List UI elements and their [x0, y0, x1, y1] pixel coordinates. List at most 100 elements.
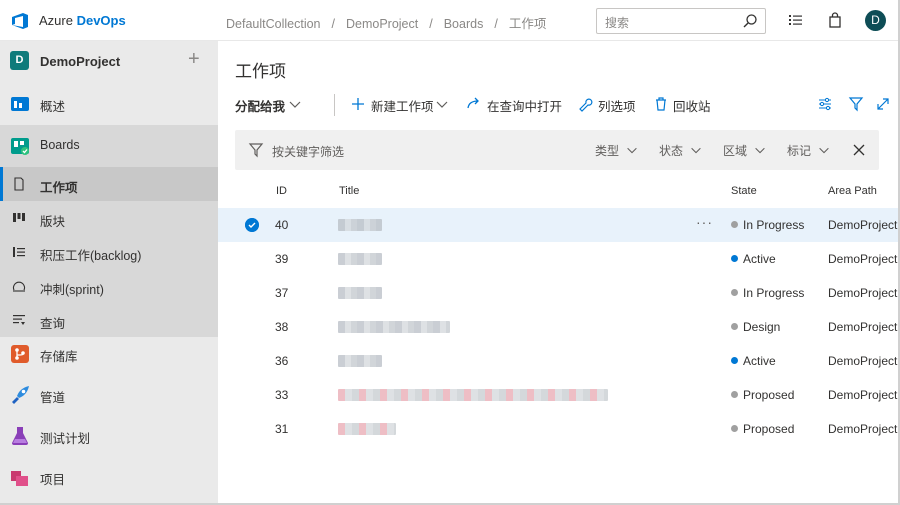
sidebar-subitem-backlog[interactable]: 积压工作(backlog) — [0, 235, 218, 269]
table-row[interactable]: 31 Proposed DemoProject — [218, 412, 898, 446]
add-icon[interactable] — [350, 96, 366, 112]
work-item-title-redacted[interactable] — [338, 389, 608, 401]
work-item-state: In Progress — [731, 286, 804, 300]
work-item-area-path: DemoProject — [828, 286, 898, 300]
search-input[interactable]: 搜索 — [596, 8, 766, 34]
sidebar-item-label: 测试计划 — [40, 432, 91, 446]
add-icon[interactable]: + — [188, 49, 200, 69]
column-header-title[interactable]: Title — [339, 185, 359, 197]
fullscreen-icon[interactable] — [875, 96, 891, 112]
area-filter-label: 区域 — [723, 144, 748, 158]
project-name[interactable]: DemoProject — [40, 54, 120, 69]
chevron-down-icon[interactable] — [753, 143, 767, 157]
chevron-down-icon[interactable] — [817, 143, 831, 157]
search-icon[interactable] — [741, 12, 759, 30]
column-header-id[interactable]: ID — [276, 185, 287, 197]
more-actions-icon[interactable]: ··· — [696, 214, 713, 230]
state-filter-dropdown[interactable]: 状态 — [659, 142, 683, 159]
breadcrumb-work-items[interactable]: 工作项 — [509, 17, 547, 31]
backlog-icon — [13, 247, 25, 257]
column-header-state[interactable]: State — [731, 185, 757, 197]
state-filter-label: 状态 — [659, 144, 684, 158]
filter-icon[interactable] — [848, 96, 864, 112]
work-item-title-redacted[interactable] — [338, 321, 450, 333]
overview-icon — [11, 97, 29, 111]
sidebar-item-label: 管道 — [40, 391, 66, 405]
state-label: In Progress — [743, 218, 805, 232]
table-header: ID Title State Area Path — [218, 181, 898, 207]
breadcrumb-project[interactable]: DemoProject — [346, 17, 418, 31]
sidebar-subitem-sprint[interactable]: 冲刺(sprint) — [0, 269, 218, 303]
pipelines-icon — [12, 386, 29, 404]
sidebar-item-repos[interactable]: 存储库 — [0, 333, 218, 375]
search-placeholder: 搜索 — [605, 16, 630, 30]
tags-filter-dropdown[interactable]: 标记 — [787, 142, 811, 159]
sidebar-subitem-queries[interactable]: 查询 — [0, 303, 218, 337]
assigned-to-me-label: 分配给我 — [235, 100, 286, 114]
filter-bar[interactable]: 按关键字筛选 类型 状态 区域 标记 — [235, 130, 879, 170]
sidebar-subitem-board[interactable]: 版块 — [0, 201, 218, 235]
boards-icon — [11, 138, 29, 155]
work-item-state: Proposed — [731, 388, 794, 402]
work-item-title-redacted[interactable] — [338, 253, 382, 265]
assigned-to-me-button[interactable]: 分配给我 — [235, 96, 285, 115]
sidebar-item-test-plans[interactable]: 测试计划 — [0, 415, 218, 457]
sidebar-subitem-work-items[interactable]: 工作项 — [0, 167, 218, 201]
work-item-state: In Progress — [731, 218, 804, 232]
view-options-icon[interactable] — [817, 96, 833, 112]
list-settings-icon[interactable] — [786, 11, 804, 29]
brand-title[interactable]: Azure DevOps — [39, 13, 126, 28]
sidebar-item-artifacts[interactable]: 项目 — [0, 456, 218, 498]
table-row[interactable]: 39 Active DemoProject — [218, 242, 898, 276]
queries-icon — [13, 315, 25, 325]
sidebar-item-pipelines[interactable]: 管道 — [0, 374, 218, 416]
state-label: Active — [743, 252, 776, 266]
column-options-button[interactable]: 列选项 — [598, 96, 636, 115]
close-icon[interactable] — [852, 143, 866, 157]
state-dot — [731, 323, 738, 330]
selected-check-icon[interactable] — [245, 218, 259, 232]
state-dot — [731, 425, 738, 432]
work-item-title-redacted[interactable] — [338, 355, 382, 367]
tags-filter-label: 标记 — [787, 144, 812, 158]
table-row[interactable]: 33 Proposed DemoProject — [218, 378, 898, 412]
type-filter-dropdown[interactable]: 类型 — [595, 142, 619, 159]
project-badge: D — [10, 51, 29, 70]
chevron-down-icon[interactable] — [287, 96, 303, 112]
table-row[interactable]: 38 Design DemoProject — [218, 310, 898, 344]
work-item-area-path: DemoProject — [828, 320, 898, 334]
open-in-query-button[interactable]: 在查询中打开 — [487, 96, 562, 115]
sidebar-item-overview[interactable]: 概述 — [0, 83, 218, 125]
column-header-area-path[interactable]: Area Path — [828, 185, 877, 197]
chevron-down-icon[interactable] — [625, 143, 639, 157]
sidebar-subitem-label: 版块 — [40, 215, 66, 229]
table-row[interactable]: 40 ··· In Progress DemoProject — [218, 208, 898, 242]
state-label: Design — [743, 320, 781, 334]
work-item-title-redacted[interactable] — [338, 423, 396, 435]
state-dot — [731, 255, 738, 262]
azure-devops-logo-icon[interactable] — [10, 11, 30, 31]
work-item-area-path: DemoProject — [828, 388, 898, 402]
recycle-bin-button[interactable]: 回收站 — [673, 96, 711, 115]
sidebar-item-label: 项目 — [40, 473, 66, 487]
new-work-item-button[interactable]: 新建工作项 — [371, 96, 434, 115]
sidebar-subitem-label: 冲刺(sprint) — [40, 283, 104, 297]
test-plans-icon — [12, 427, 28, 445]
work-item-title-redacted[interactable] — [338, 219, 382, 231]
area-filter-dropdown[interactable]: 区域 — [723, 142, 747, 159]
work-item-state: Active — [731, 354, 776, 368]
shopping-bag-icon[interactable] — [826, 11, 844, 29]
avatar[interactable]: D — [865, 10, 886, 31]
work-item-title-redacted[interactable] — [338, 287, 382, 299]
table-row[interactable]: 37 In Progress DemoProject — [218, 276, 898, 310]
sidebar-item-boards[interactable]: Boards — [0, 125, 218, 167]
chevron-down-icon[interactable] — [434, 96, 450, 112]
table-row[interactable]: 36 Active DemoProject — [218, 344, 898, 378]
chevron-down-icon[interactable] — [689, 143, 703, 157]
sidebar-subitem-label: 积压工作(backlog) — [40, 249, 142, 263]
breadcrumb-collection[interactable]: DefaultCollection — [226, 17, 321, 31]
keyword-filter-input[interactable]: 按关键字筛选 — [272, 143, 344, 160]
wrench-icon — [579, 98, 593, 112]
breadcrumb-boards[interactable]: Boards — [444, 17, 484, 31]
project-header[interactable]: D DemoProject + — [0, 41, 218, 83]
